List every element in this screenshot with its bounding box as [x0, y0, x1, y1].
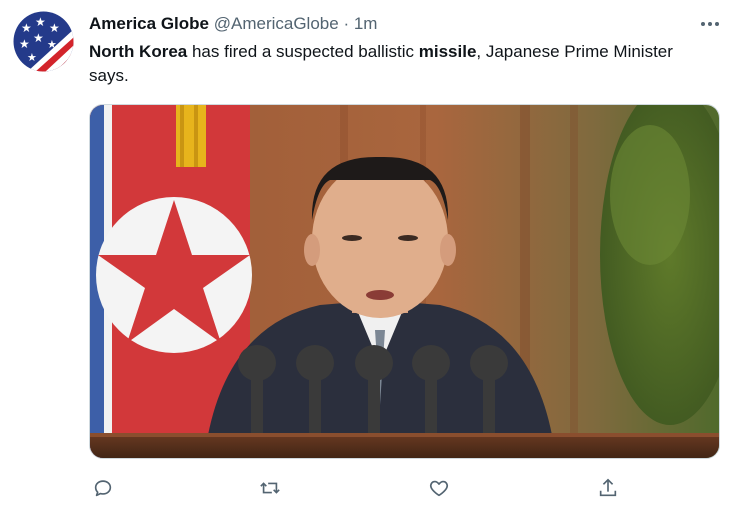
share-icon [599, 478, 617, 497]
tweet-header: America Globe @AmericaGlobe · 1m [89, 14, 377, 34]
more-options-button[interactable] [698, 12, 722, 36]
more-horizontal-icon [701, 22, 719, 26]
svg-text:★: ★ [49, 21, 60, 35]
reply-button[interactable] [89, 474, 117, 502]
avatar[interactable]: ★ ★ ★ ★ ★ ★ ★ [13, 11, 74, 72]
svg-text:★: ★ [27, 51, 37, 64]
keyword-missile: missile [418, 42, 477, 61]
hashtag-north-korea: North Korea [89, 42, 188, 61]
heart-icon [429, 480, 449, 497]
retweet-icon [260, 482, 280, 494]
reply-icon [94, 480, 112, 497]
author-handle[interactable]: @AmericaGlobe [214, 14, 339, 33]
svg-text:★: ★ [35, 15, 46, 29]
tweet-text: North Korea has fired a suspected ballis… [89, 40, 709, 88]
photo-speaker-at-podium [90, 105, 719, 458]
america-globe-logo: ★ ★ ★ ★ ★ ★ ★ [13, 11, 74, 72]
tweet-media-image[interactable] [89, 104, 720, 459]
separator-dot: · [343, 14, 350, 33]
svg-text:★: ★ [33, 31, 44, 45]
svg-text:★: ★ [19, 37, 30, 51]
timestamp[interactable]: 1m [354, 14, 378, 33]
tweet[interactable]: ★ ★ ★ ★ ★ ★ ★ America Globe @AmericaGlob… [0, 0, 745, 515]
share-button[interactable] [594, 474, 622, 502]
like-button[interactable] [425, 474, 453, 502]
author-name[interactable]: America Globe [89, 14, 209, 33]
retweet-button[interactable] [256, 474, 284, 502]
svg-text:★: ★ [21, 21, 32, 35]
svg-text:★: ★ [47, 38, 57, 51]
text-segment: has fired a suspected ballistic [187, 42, 419, 61]
tweet-actions-bar [89, 474, 629, 502]
